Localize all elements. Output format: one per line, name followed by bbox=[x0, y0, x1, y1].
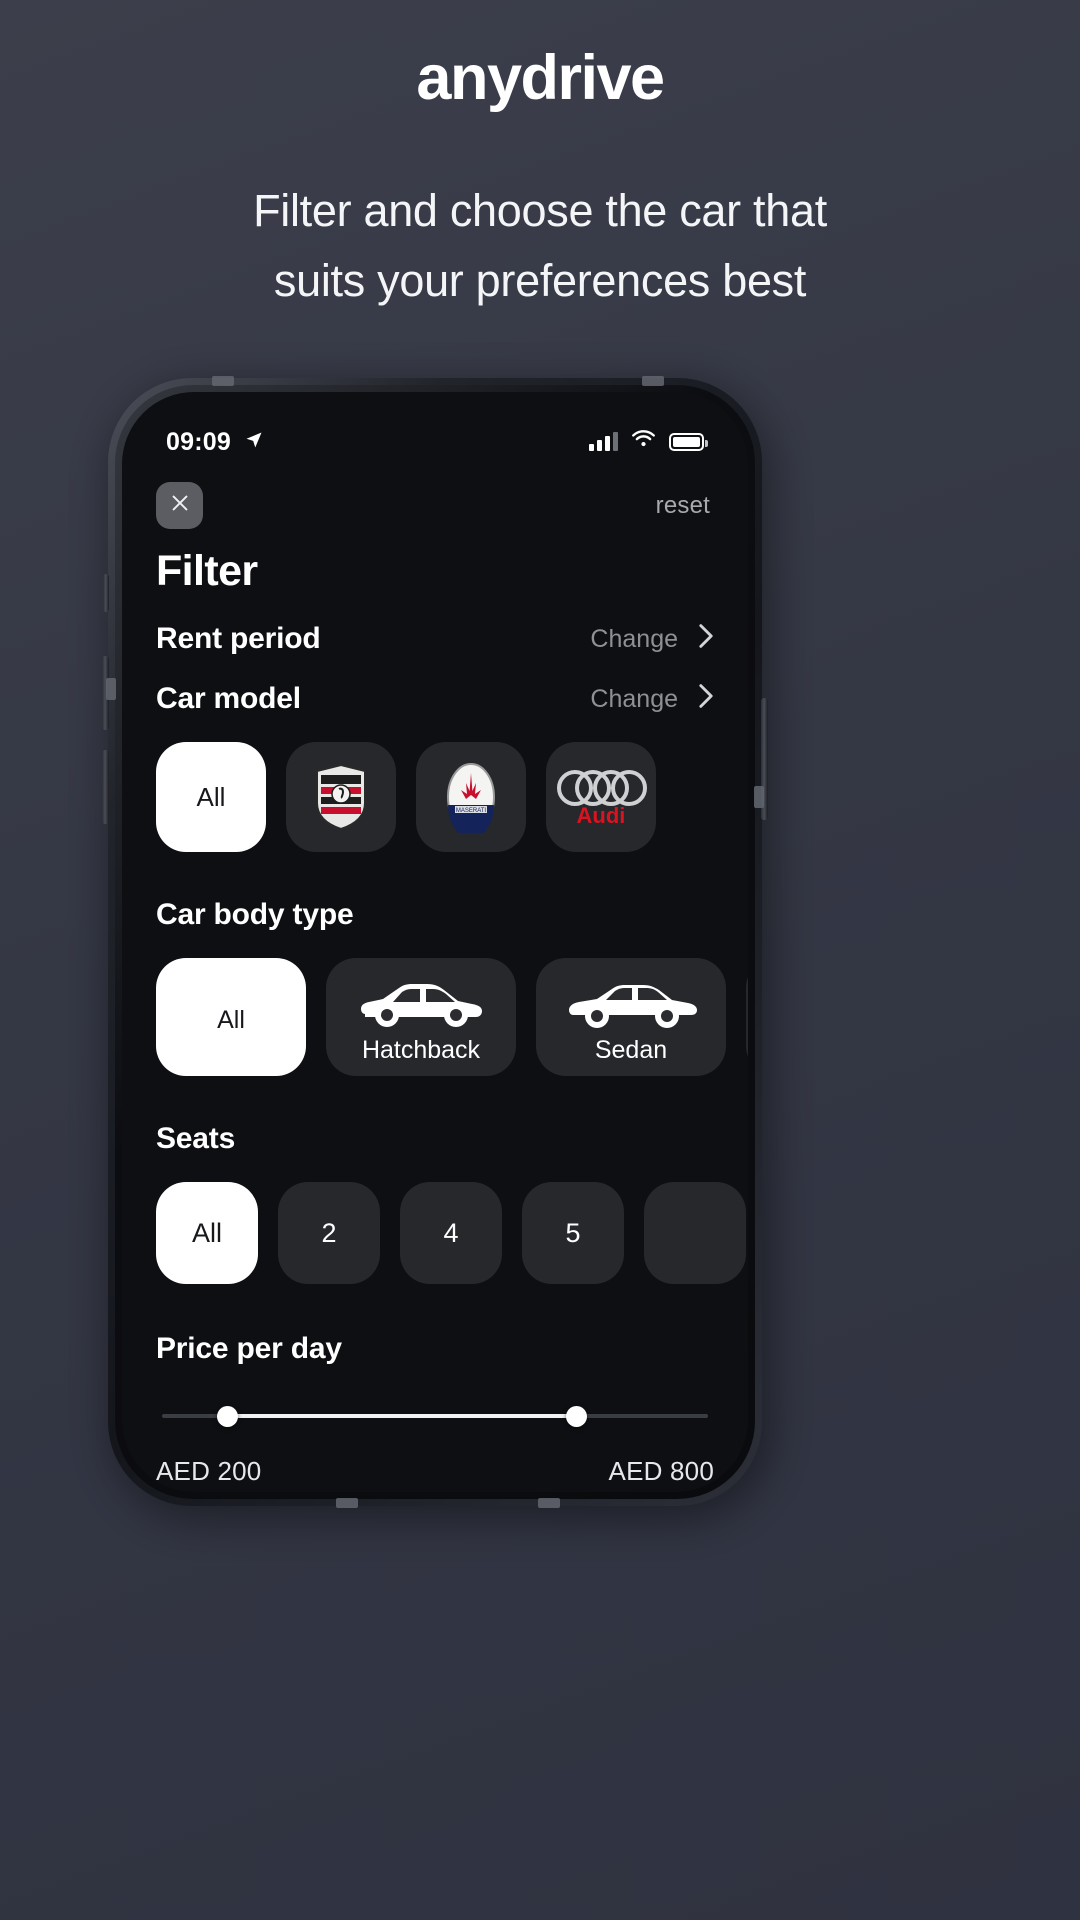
body-type-chip-all[interactable]: All bbox=[156, 958, 306, 1076]
phone-mockup: 09:09 reset Filter Rent period Change Ca… bbox=[102, 376, 774, 1518]
porsche-logo bbox=[313, 763, 369, 831]
price-range-labels: AED 200 AED 800 bbox=[156, 1456, 714, 1487]
chevron-right-icon bbox=[698, 623, 714, 656]
phone-screen: 09:09 reset Filter Rent period Change Ca… bbox=[122, 392, 748, 1492]
body-type-chip-rail[interactable]: All Hatchback Sedan bbox=[122, 958, 748, 1076]
body-type-chip-sedan-label: Sedan bbox=[594, 1035, 668, 1064]
brand-chip-rail[interactable]: All MASERATI Audi bbox=[122, 742, 748, 852]
status-bar-right bbox=[589, 430, 708, 454]
car-model-row[interactable]: Car model Change bbox=[156, 682, 714, 716]
phone-frame: 09:09 reset Filter Rent period Change Ca… bbox=[102, 376, 768, 1508]
close-x-icon bbox=[169, 492, 191, 519]
chevron-right-icon bbox=[698, 683, 714, 716]
promo-subtitle-line-1: Filter and choose the car that bbox=[253, 185, 827, 237]
car-model-change-label: Change bbox=[590, 684, 678, 713]
antenna-line bbox=[212, 376, 234, 386]
svg-text:MASERATI: MASERATI bbox=[456, 808, 487, 814]
maserati-logo: MASERATI bbox=[445, 761, 497, 833]
seats-chip-5-label: 5 bbox=[565, 1217, 581, 1248]
battery-full-icon bbox=[669, 433, 708, 451]
rent-period-change-label: Change bbox=[590, 624, 678, 653]
seats-chip-2[interactable]: 2 bbox=[278, 1182, 380, 1284]
seats-chip-rail[interactable]: All 2 4 5 bbox=[122, 1182, 748, 1284]
sedan-car-icon bbox=[565, 976, 697, 1030]
audi-logo: Audi bbox=[553, 766, 649, 828]
price-range-slider[interactable] bbox=[162, 1406, 708, 1427]
seats-title: Seats bbox=[156, 1122, 236, 1155]
brand-logo-wordmark: anydrive bbox=[416, 43, 665, 113]
brand-chip-all-label: All bbox=[196, 781, 226, 812]
seats-chip-next[interactable] bbox=[644, 1182, 746, 1284]
rent-period-label: Rent period bbox=[156, 622, 321, 655]
antenna-line bbox=[642, 376, 664, 386]
price-min-label: AED 200 bbox=[156, 1456, 262, 1486]
antenna-line bbox=[106, 678, 116, 700]
status-time: 09:09 bbox=[166, 427, 231, 456]
slider-selected-range bbox=[227, 1414, 577, 1418]
page-title: Filter bbox=[156, 547, 258, 595]
slider-max-handle[interactable] bbox=[566, 1406, 588, 1427]
price-per-day-title: Price per day bbox=[156, 1332, 342, 1365]
slider-min-handle[interactable] bbox=[216, 1406, 238, 1427]
body-type-chip-sedan[interactable]: Sedan bbox=[536, 958, 726, 1076]
price-max-label: AED 800 bbox=[608, 1456, 714, 1486]
brand-chip-audi[interactable]: Audi bbox=[546, 742, 656, 852]
car-model-action[interactable]: Change bbox=[590, 683, 714, 716]
seats-chip-all[interactable]: All bbox=[156, 1182, 258, 1284]
close-button[interactable] bbox=[156, 482, 203, 529]
volume-down-button[interactable] bbox=[102, 750, 109, 824]
seats-chip-all-label: All bbox=[191, 1217, 222, 1248]
seats-chip-4[interactable]: 4 bbox=[400, 1182, 502, 1284]
seats-chip-5[interactable]: 5 bbox=[522, 1182, 624, 1284]
silence-switch[interactable] bbox=[103, 574, 109, 612]
body-type-chip-next[interactable] bbox=[746, 958, 748, 1076]
seats-chip-2-label: 2 bbox=[321, 1217, 337, 1248]
wifi-icon bbox=[631, 430, 656, 454]
promo-header: anydrive Filter and choose the car that … bbox=[0, 0, 1080, 316]
body-type-chip-all-label: All bbox=[217, 1005, 245, 1034]
antenna-line bbox=[336, 1498, 358, 1508]
rent-period-action[interactable]: Change bbox=[590, 623, 714, 656]
antenna-line bbox=[754, 786, 764, 808]
promo-subtitle: Filter and choose the car that suits you… bbox=[0, 176, 1080, 316]
rent-period-row[interactable]: Rent period Change bbox=[156, 622, 714, 656]
reset-button[interactable]: reset bbox=[656, 492, 714, 520]
promo-subtitle-line-2: suits your preferences best bbox=[273, 255, 807, 307]
car-body-type-title: Car body type bbox=[156, 898, 354, 931]
hatchback-car-icon bbox=[355, 976, 487, 1030]
filter-screen: reset Filter Rent period Change Car mode… bbox=[122, 482, 748, 1492]
brand-chip-porsche[interactable] bbox=[286, 742, 396, 852]
seats-chip-4-label: 4 bbox=[443, 1217, 459, 1248]
status-bar-left: 09:09 bbox=[166, 428, 264, 457]
body-type-chip-hatchback-label: Hatchback bbox=[361, 1035, 481, 1064]
location-arrow-icon bbox=[244, 430, 264, 455]
svg-text:Audi: Audi bbox=[577, 803, 626, 828]
signal-bars-icon bbox=[589, 432, 618, 451]
antenna-line bbox=[538, 1498, 560, 1508]
body-type-chip-hatchback[interactable]: Hatchback bbox=[326, 958, 516, 1076]
car-model-label: Car model bbox=[156, 682, 301, 715]
brand-chip-maserati[interactable]: MASERATI bbox=[416, 742, 526, 852]
phone-bezel: 09:09 reset Filter Rent period Change Ca… bbox=[115, 385, 755, 1499]
brand-chip-all[interactable]: All bbox=[156, 742, 266, 852]
filter-topbar: reset bbox=[156, 482, 714, 529]
status-bar: 09:09 bbox=[122, 392, 748, 466]
